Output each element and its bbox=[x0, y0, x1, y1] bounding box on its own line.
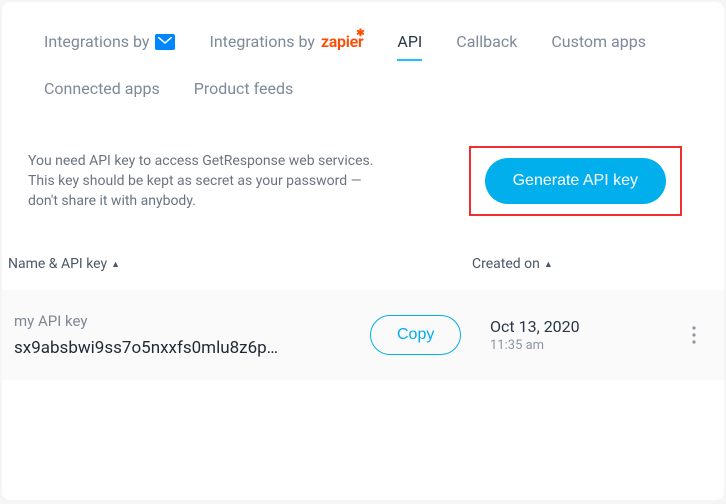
more-menu-button[interactable] bbox=[684, 326, 704, 344]
col-created: Oct 13, 2020 11:35 am bbox=[490, 317, 684, 353]
tab-label: API bbox=[397, 32, 422, 51]
mail-icon bbox=[155, 34, 175, 50]
api-key-name: my API key bbox=[14, 312, 370, 330]
info-row: You need API key to access GetResponse w… bbox=[2, 108, 724, 216]
header-created[interactable]: Created on ▲ bbox=[472, 256, 553, 272]
header-label: Name & API key bbox=[8, 256, 107, 272]
sort-arrow-icon: ▲ bbox=[111, 259, 120, 270]
tab-connected-apps[interactable]: Connected apps bbox=[44, 79, 160, 108]
header-name-key[interactable]: Name & API key ▲ bbox=[8, 256, 472, 272]
zapier-logo: zapier✱ bbox=[321, 32, 363, 51]
tab-custom-apps[interactable]: Custom apps bbox=[551, 32, 646, 61]
col-name-key: my API key sx9absbwi9ss7o5nxxfs0mlu8z6p… bbox=[14, 312, 370, 358]
generate-api-key-button[interactable]: Generate API key bbox=[485, 158, 666, 204]
sort-arrow-icon: ▲ bbox=[544, 259, 553, 270]
created-time: 11:35 am bbox=[490, 338, 684, 353]
tab-callback[interactable]: Callback bbox=[456, 32, 517, 61]
tab-label: Connected apps bbox=[44, 79, 160, 98]
tab-label: Product feeds bbox=[194, 79, 294, 98]
api-info-text: You need API key to access GetResponse w… bbox=[28, 151, 388, 212]
table-headers: Name & API key ▲ Created on ▲ bbox=[2, 216, 724, 282]
tab-label: Custom apps bbox=[551, 32, 646, 51]
created-date: Oct 13, 2020 bbox=[490, 317, 684, 336]
tab-label: Integrations by bbox=[209, 32, 314, 51]
more-vertical-icon bbox=[692, 326, 696, 344]
tab-integrations-zapier[interactable]: Integrations by zapier✱ bbox=[209, 32, 363, 61]
api-key-value: sx9absbwi9ss7o5nxxfs0mlu8z6p… bbox=[14, 338, 370, 358]
tabs-nav: Integrations by Integrations by zapier✱ … bbox=[2, 2, 724, 108]
header-label: Created on bbox=[472, 256, 540, 272]
zapier-star-icon: ✱ bbox=[356, 28, 364, 39]
api-settings-card: Integrations by Integrations by zapier✱ … bbox=[2, 2, 724, 500]
tab-label: Integrations by bbox=[44, 32, 149, 51]
tab-product-feeds[interactable]: Product feeds bbox=[194, 79, 294, 108]
col-copy: Copy bbox=[370, 315, 490, 355]
tab-api[interactable]: API bbox=[397, 32, 422, 61]
copy-button[interactable]: Copy bbox=[370, 315, 461, 355]
tab-label: Callback bbox=[456, 32, 517, 51]
api-key-row: my API key sx9absbwi9ss7o5nxxfs0mlu8z6p…… bbox=[2, 290, 724, 380]
highlight-box: Generate API key bbox=[469, 146, 682, 216]
tab-integrations-mail[interactable]: Integrations by bbox=[44, 32, 175, 61]
